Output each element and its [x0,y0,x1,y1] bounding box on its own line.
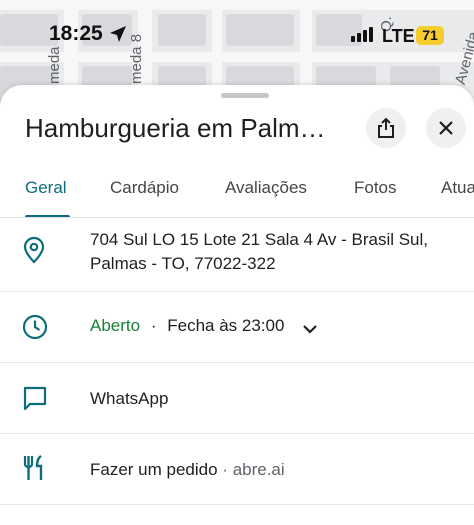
chevron-down-icon[interactable] [302,324,318,334]
street-label: meda [46,46,63,84]
closing-time: Fecha às 23:00 [167,316,285,335]
close-icon [439,121,453,135]
order-separator: · [217,460,233,479]
whatsapp-row[interactable]: WhatsApp [0,363,474,433]
location-pin-icon [23,236,45,264]
restaurant-icon [23,455,43,480]
place-title: Hamburgueria em Palm… [25,113,326,143]
order-label: Fazer um pedido [90,460,218,479]
tab-cardapio[interactable]: Cardápio [110,178,179,198]
address-line-2: Palmas - TO, 77022-322 [90,254,276,273]
address-row[interactable]: 704 Sul LO 15 Lote 21 Sala 4 Av - Brasil… [0,218,474,290]
divider [0,504,474,505]
share-button[interactable] [366,108,406,148]
battery-icon: 71 [416,26,444,45]
tab-fotos[interactable]: Fotos [354,178,397,198]
order-row[interactable]: Fazer um pedido · abre.ai [0,434,474,504]
order-site[interactable]: abre.ai [233,460,285,479]
close-button[interactable] [426,108,466,148]
share-icon [378,117,394,138]
street-label: meda 8 [128,33,145,84]
tab-avaliacoes[interactable]: Avaliações [225,178,307,198]
tab-bar: Geral Cardápio Avaliações Fotos Atua [0,175,474,218]
whatsapp-label: WhatsApp [90,389,169,408]
address-line-1: 704 Sul LO 15 Lote 21 Sala 4 Av - Brasil… [90,230,429,249]
hours-text: Aberto · Fecha às 23:00 [90,314,284,338]
order-text: Fazer um pedido · abre.ai [90,458,285,482]
drag-handle[interactable] [221,93,269,98]
clock-icon [22,314,48,340]
hours-row[interactable]: Aberto · Fecha às 23:00 [0,292,474,362]
address-text: 704 Sul LO 15 Lote 21 Sala 4 Av - Brasil… [90,228,428,276]
tab-atualizacoes[interactable]: Atua [441,178,474,198]
network-type: LTE [382,26,415,46]
status-time: 18:25 [49,22,103,45]
open-status: Aberto [90,316,141,335]
signal-icon [351,27,373,42]
location-arrow-icon [110,26,126,42]
place-sheet: Hamburgueria em Palm… Geral Cardápio Ava… [0,85,474,525]
chat-icon [23,386,47,411]
hours-separator: · [150,316,157,335]
tab-geral[interactable]: Geral [25,178,67,198]
